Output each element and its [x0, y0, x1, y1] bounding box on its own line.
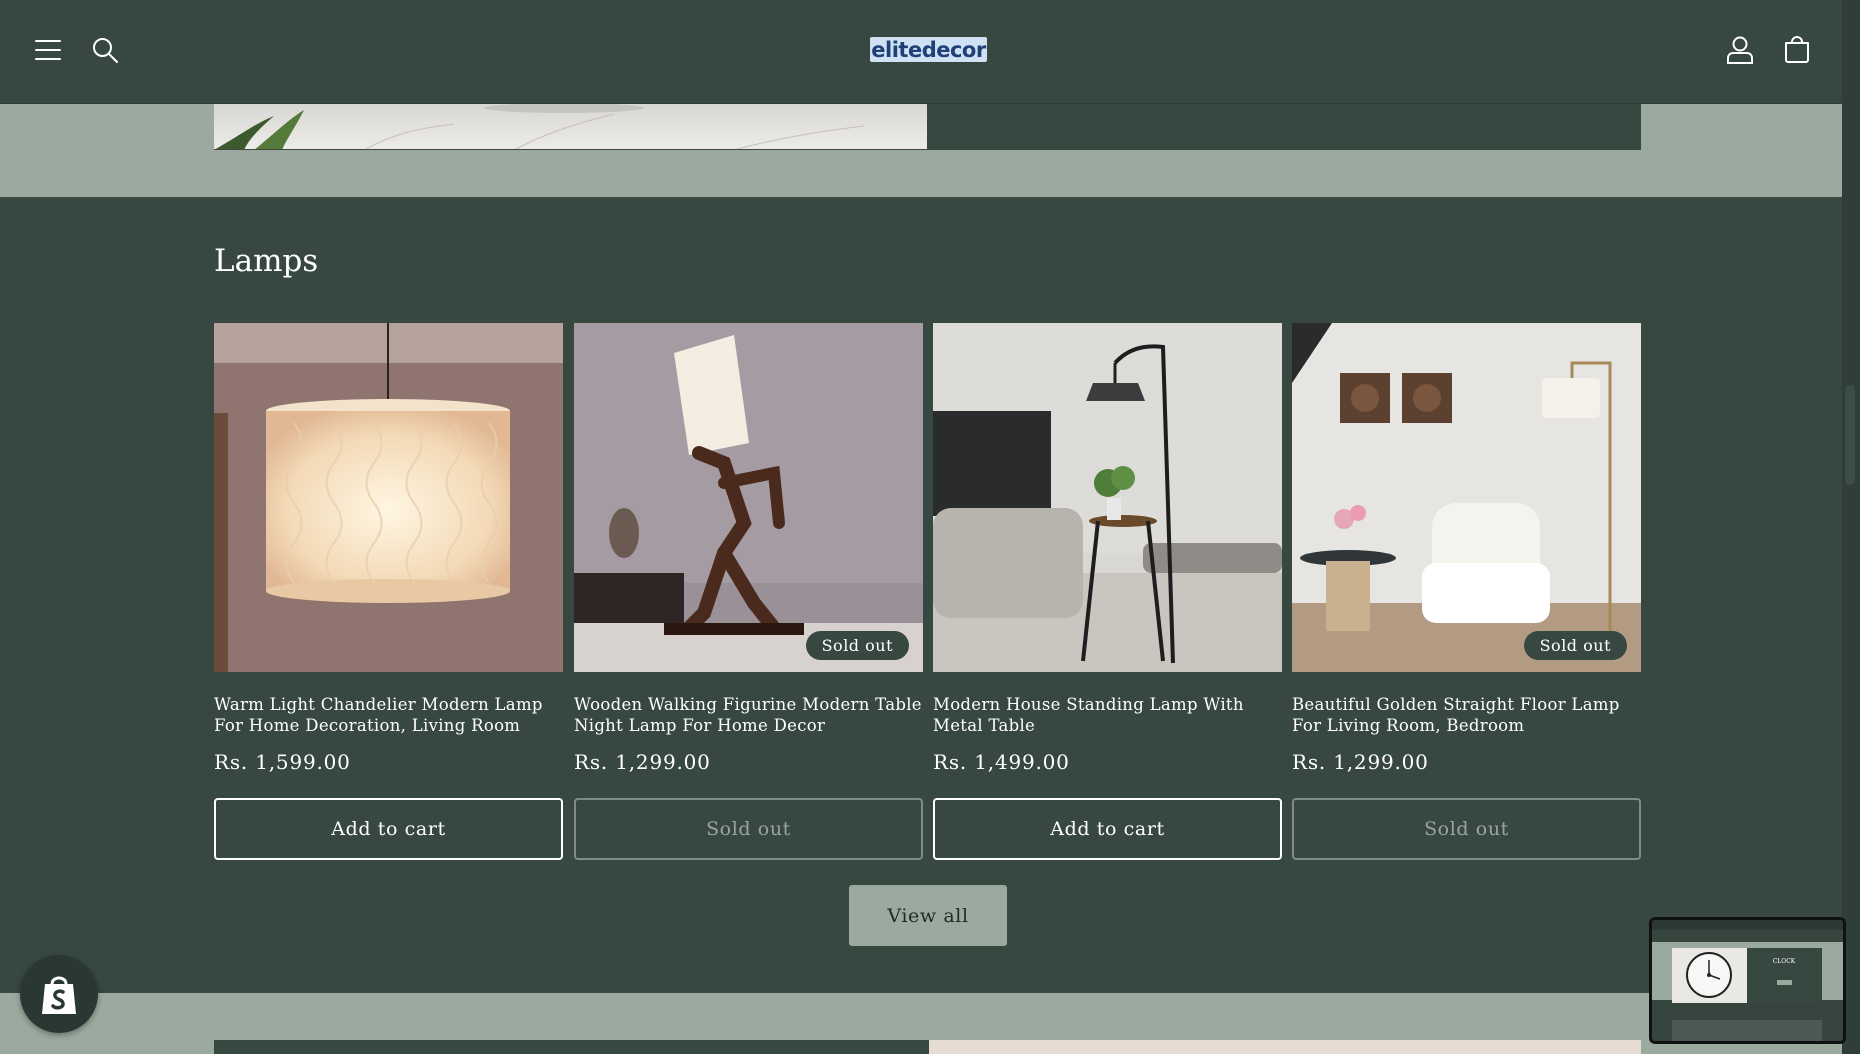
- sold-out-button[interactable]: Sold out: [574, 798, 923, 860]
- product-title[interactable]: Warm Light Chandelier Modern Lamp For Ho…: [214, 694, 563, 736]
- add-to-cart-button[interactable]: Add to cart: [933, 798, 1282, 860]
- product-price: Rs. 1,299.00: [574, 750, 711, 774]
- product-image[interactable]: [933, 323, 1282, 672]
- previous-section: [0, 104, 1842, 197]
- site-header: elitedecor: [0, 0, 1842, 104]
- menu-icon[interactable]: [28, 28, 68, 72]
- add-to-cart-button[interactable]: Add to cart: [214, 798, 563, 860]
- svg-text:CLOCK: CLOCK: [1773, 958, 1796, 965]
- product-title[interactable]: Beautiful Golden Straight Floor Lamp For…: [1292, 694, 1641, 736]
- cart-icon[interactable]: [1777, 28, 1817, 72]
- sold-out-button[interactable]: Sold out: [1292, 798, 1641, 860]
- view-all-button[interactable]: View all: [849, 885, 1007, 946]
- sold-out-badge: Sold out: [805, 631, 909, 660]
- product-price: Rs. 1,599.00: [214, 750, 351, 774]
- section-title: Lamps: [214, 243, 319, 279]
- product-image[interactable]: [214, 323, 563, 672]
- scrollbar-thumb[interactable]: [1845, 385, 1855, 485]
- next-section-image: [929, 1040, 1641, 1054]
- previous-section-image: [214, 104, 927, 150]
- product-title[interactable]: Modern House Standing Lamp With Metal Ta…: [933, 694, 1282, 736]
- scrollbar-track[interactable]: [1842, 0, 1860, 1054]
- product-image[interactable]: Sold out: [574, 323, 923, 672]
- page-preview-thumbnail[interactable]: CLOCK: [1649, 917, 1846, 1044]
- product-card[interactable]: Sold out Beautiful Golden Straight Floor…: [1292, 323, 1641, 860]
- next-section-panel: [214, 1040, 929, 1054]
- product-card[interactable]: Modern House Standing Lamp With Metal Ta…: [933, 323, 1282, 860]
- account-icon[interactable]: [1720, 28, 1760, 72]
- product-card[interactable]: Sold out Wooden Walking Figurine Modern …: [574, 323, 923, 860]
- product-title[interactable]: Wooden Walking Figurine Modern Table Nig…: [574, 694, 923, 736]
- sold-out-badge: Sold out: [1523, 631, 1627, 660]
- site-logo[interactable]: elitedecor: [870, 37, 987, 62]
- search-icon[interactable]: [85, 28, 125, 72]
- product-image[interactable]: Sold out: [1292, 323, 1641, 672]
- shopify-bag-icon[interactable]: [20, 955, 98, 1033]
- lamps-collection: Lamps Warm Light Chandelier Modern Lamp …: [0, 197, 1842, 993]
- product-card[interactable]: Warm Light Chandelier Modern Lamp For Ho…: [214, 323, 563, 860]
- previous-section-panel: [927, 104, 1641, 150]
- product-price: Rs. 1,299.00: [1292, 750, 1429, 774]
- product-price: Rs. 1,499.00: [933, 750, 1070, 774]
- next-section: [0, 993, 1842, 1054]
